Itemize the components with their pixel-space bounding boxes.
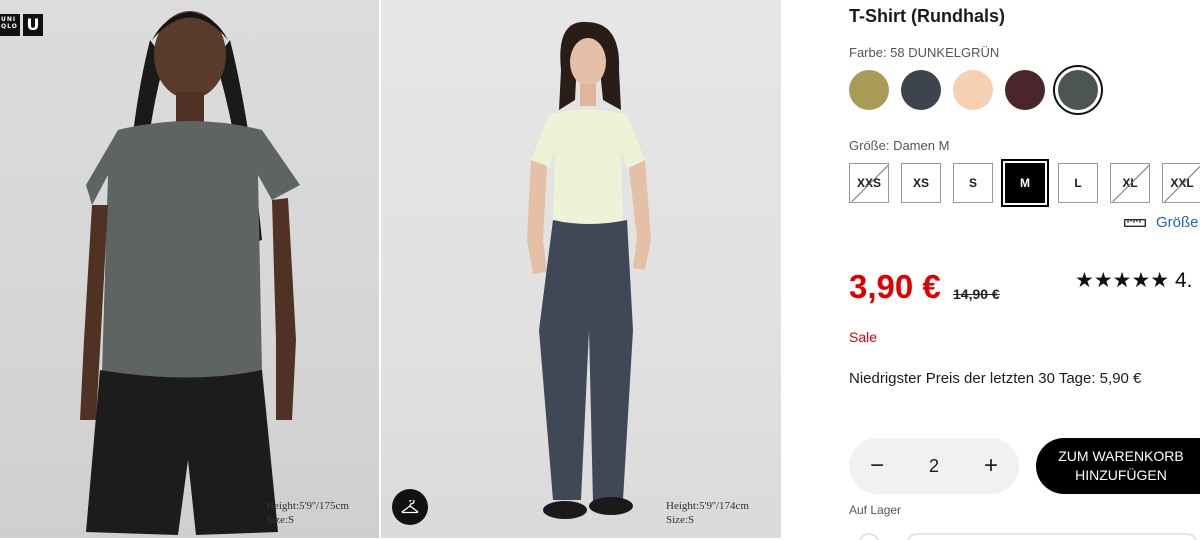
model-illustration-1 — [80, 11, 300, 535]
minus-icon: − — [869, 452, 884, 479]
size-option-label: XS — [912, 176, 929, 190]
color-swatch[interactable] — [849, 70, 889, 110]
quantity-increase-button[interactable]: + — [977, 452, 1005, 480]
product-photo-styled[interactable]: Height:5'9''/174cm Size:S — [381, 0, 781, 538]
quantity-value[interactable]: 2 — [919, 456, 949, 477]
model-info-caption-1: Height:5'9''/175cm Size:S — [266, 499, 349, 527]
current-price: 3,90 € — [849, 268, 941, 305]
size-option-s[interactable]: S — [953, 163, 993, 203]
size-option-m[interactable]: M — [1001, 159, 1049, 207]
rating-summary[interactable]: ★★★★★ 4. — [1075, 268, 1193, 293]
quantity-stepper: − 2 + — [849, 438, 1019, 494]
size-option-xxl[interactable]: XXL — [1162, 163, 1200, 203]
product-gallery: UNI QLO U Height:5'9''/175cm Size:S Heig… — [0, 0, 781, 540]
size-guide-link[interactable]: Größe — [1124, 214, 1199, 231]
lowest-price-note: Niedrigster Preis der letzten 30 Tage: 5… — [849, 370, 1142, 387]
size-option-label: XXL — [1170, 176, 1194, 190]
model-illustration-2 — [527, 21, 651, 519]
color-swatch[interactable] — [901, 70, 941, 110]
size-option-xl[interactable]: XL — [1110, 163, 1150, 203]
product-photo-front[interactable]: UNI QLO U Height:5'9''/175cm Size:S — [0, 0, 379, 538]
outfit-hanger-button[interactable] — [392, 489, 428, 525]
model-size-text: Size:S — [666, 514, 695, 526]
size-option-label: XL — [1122, 176, 1138, 190]
product-title: T-Shirt (Rundhals) — [849, 6, 1005, 26]
color-swatch[interactable] — [953, 70, 993, 110]
ruler-icon — [1124, 218, 1146, 227]
add-to-cart-button[interactable]: ZUM WARENKORB HINZUFÜGEN — [1036, 438, 1200, 494]
next-section-hint — [859, 533, 1197, 540]
hanger-icon — [401, 500, 419, 514]
size-option-l[interactable]: L — [1058, 163, 1098, 203]
rating-stars: ★★★★★ — [1075, 269, 1170, 292]
color-swatch[interactable] — [1005, 70, 1045, 110]
size-option-label: XXS — [856, 176, 881, 190]
color-swatch-selected[interactable] — [1053, 65, 1103, 115]
original-price: 14,90 € — [953, 286, 1000, 302]
model-info-caption-2: Height:5'9''/174cm Size:S — [666, 499, 749, 527]
model-height-text: Height:5'9''/174cm — [666, 500, 749, 512]
color-label: Farbe: 58 DUNKELGRÜN — [849, 45, 1000, 60]
size-option-label: S — [968, 176, 977, 190]
size-guide-label: Größe — [1156, 214, 1199, 231]
plus-icon: + — [983, 452, 998, 479]
brand-logo-text-big: U — [23, 14, 43, 36]
sale-badge: Sale — [849, 329, 878, 345]
size-option-xs[interactable]: XS — [901, 163, 941, 203]
brand-logo[interactable]: UNI QLO U — [0, 14, 43, 36]
rating-value: 4. — [1174, 269, 1193, 292]
product-details-panel: T-Shirt (Rundhals) Farbe: 58 DUNKELGRÜN … — [849, 0, 1200, 540]
model-size-text: Size:S — [266, 514, 295, 526]
size-label: Größe: Damen M — [849, 138, 950, 153]
stock-status: Auf Lager — [849, 503, 902, 517]
model-height-text: Height:5'9''/175cm — [266, 500, 349, 512]
brand-logo-text-small: UNI QLO — [0, 14, 20, 36]
size-option-label: L — [1074, 176, 1082, 190]
size-option-label: M — [1020, 176, 1030, 190]
quantity-decrease-button[interactable]: − — [863, 452, 891, 480]
size-option-xxs[interactable]: XXS — [849, 163, 889, 203]
